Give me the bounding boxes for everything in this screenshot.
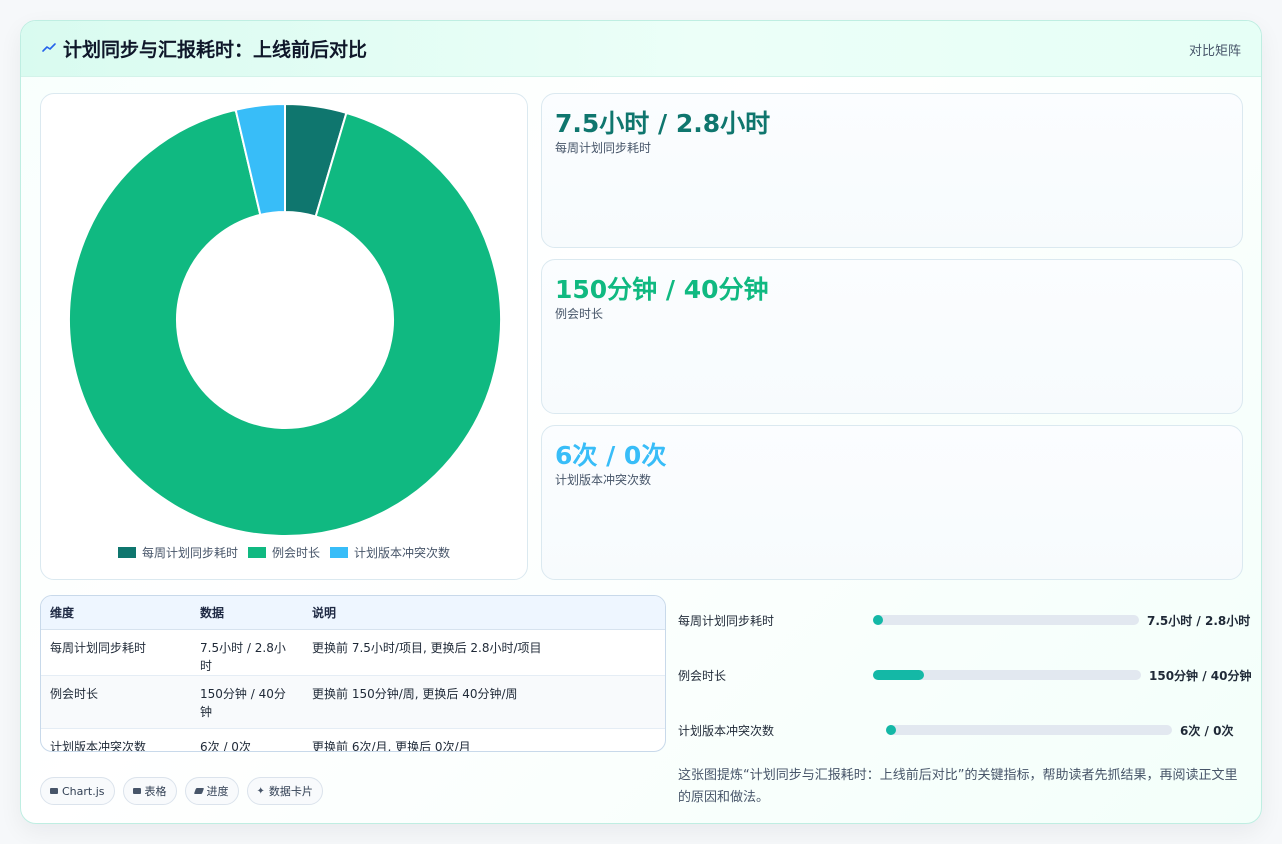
legend-label: 每周计划同步耗时 [141,546,238,560]
stat-label: 每周计划同步耗时 [555,141,652,155]
legend-swatch [117,547,136,558]
progress-fill [873,615,883,625]
stat-value: 6次 / 0次 [555,441,667,470]
data-table-card: 维度 数据 说明 每周计划同步耗时 7.5小时 / 2.8小时 更换前 7.5小… [40,595,666,752]
donut-chart [68,102,502,537]
legend-swatch [247,547,266,558]
progress-row-weekly-sync: 每周计划同步耗时 7.5小时 / 2.8小时 [678,608,1251,632]
progress-track [873,615,1139,625]
progress-track [873,670,1141,680]
stat-value: 150分钟 / 40分钟 [555,275,769,304]
table-header-cell: 数据 [191,596,303,630]
page-title: 计划同步与汇报耗时：上线前后对比 [63,39,368,61]
progress-row-meeting: 例会时长 150分钟 / 40分钟 [678,663,1252,687]
stat-card-meeting: 150分钟 / 40分钟 例会时长 [541,259,1243,414]
table-header-row: 维度 数据 说明 [41,596,665,630]
summary-text: 这张图提炼“计划同步与汇报耗时：上线前后对比”的关键指标，帮助读者先抓结果，再阅… [678,768,1238,805]
table-cell: 每周计划同步耗时 [41,629,191,676]
table-header-cell: 说明 [303,596,665,630]
legend-label: 计划版本冲突次数 [354,546,451,560]
progress-value: 150分钟 / 40分钟 [1149,669,1252,683]
legend-item-conflicts[interactable]: 计划版本冲突次数 [330,544,450,561]
table-cell: 计划版本冲突次数 [50,739,147,752]
progress-label: 例会时长 [678,669,727,683]
progress-fill [886,725,896,735]
chip-table[interactable]: 表格 [122,777,177,805]
legend-item-weekly-sync[interactable]: 每周计划同步耗时 [117,544,238,561]
data-table: 维度 数据 说明 每周计划同步耗时 7.5小时 / 2.8小时 更换前 7.5小… [41,596,665,752]
progress-value: 6次 / 0次 [1180,724,1234,738]
table-header-cell: 维度 [41,596,191,630]
table-cell: 例会时长 [41,675,191,729]
header: 计划同步与汇报耗时：上线前后对比 对比矩阵 [21,21,1261,77]
stat-card-weekly-sync: 7.5小时 / 2.8小时 每周计划同步耗时 [541,93,1243,248]
progress-icon [193,788,204,794]
table-cell: 150分钟 / 40分钟 [191,675,303,729]
chip-chartjs[interactable]: Chart.js [40,777,115,805]
dashboard-frame: 计划同步与汇报耗时：上线前后对比 对比矩阵 每周计划同步耗时 例会时长 计划版本… [20,20,1262,824]
donut-chart-card: 每周计划同步耗时 例会时长 计划版本冲突次数 [40,93,528,580]
stat-label: 例会时长 [555,307,604,321]
table-row: 计划版本冲突次数 6次 / 0次 更换前 6次/月, 更换后 0次/月 [41,728,665,752]
chip-data-card[interactable]: ✦ 数据卡片 [246,777,323,805]
legend-label: 例会时长 [271,546,320,560]
progress-track [886,725,1172,735]
table-cell: 7.5小时 / 2.8小时 [191,629,303,676]
progress-row-conflicts: 计划版本冲突次数 6次 / 0次 [678,718,1248,742]
mode-label[interactable]: 对比矩阵 [1189,40,1241,59]
legend-swatch [330,547,348,558]
chip-label: 数据卡片 [268,785,313,798]
table-row: 每周计划同步耗时 7.5小时 / 2.8小时 更换前 7.5小时/项目, 更换后… [41,629,665,676]
chip-label: Chart.js [62,784,105,798]
stat-card-conflicts: 6次 / 0次 计划版本冲突次数 [541,425,1243,580]
chip-progress[interactable]: 进度 [184,777,239,805]
feature-chips: Chart.js 表格 进度 ✦ 数据卡片 [40,777,323,805]
chart-legend: 每周计划同步耗时 例会时长 计划版本冲突次数 [41,544,527,561]
legend-item-meeting[interactable]: 例会时长 [247,544,320,561]
spark-icon [42,43,56,52]
progress-fill [873,670,924,680]
table-cell: 更换前 150分钟/周, 更换后 40分钟/周 [303,675,665,729]
chip-label: 表格 [144,785,167,798]
table-cell: 更换前 7.5小时/项目, 更换后 2.8小时/项目 [303,629,665,676]
table-cell: 6次 / 0次 [200,739,251,752]
table-cell: 更换前 6次/月, 更换后 0次/月 [312,739,471,752]
chart-icon [50,788,58,794]
progress-label: 计划版本冲突次数 [678,724,775,738]
chip-label: 进度 [206,785,229,798]
table-row: 例会时长 150分钟 / 40分钟 更换前 150分钟/周, 更换后 40分钟/… [41,675,665,729]
stat-value: 7.5小时 / 2.8小时 [555,109,771,138]
stat-label: 计划版本冲突次数 [555,473,652,487]
sparkle-icon: ✦ [256,785,265,797]
progress-value: 7.5小时 / 2.8小时 [1147,614,1251,628]
table-icon [132,788,141,794]
progress-label: 每周计划同步耗时 [678,614,775,628]
